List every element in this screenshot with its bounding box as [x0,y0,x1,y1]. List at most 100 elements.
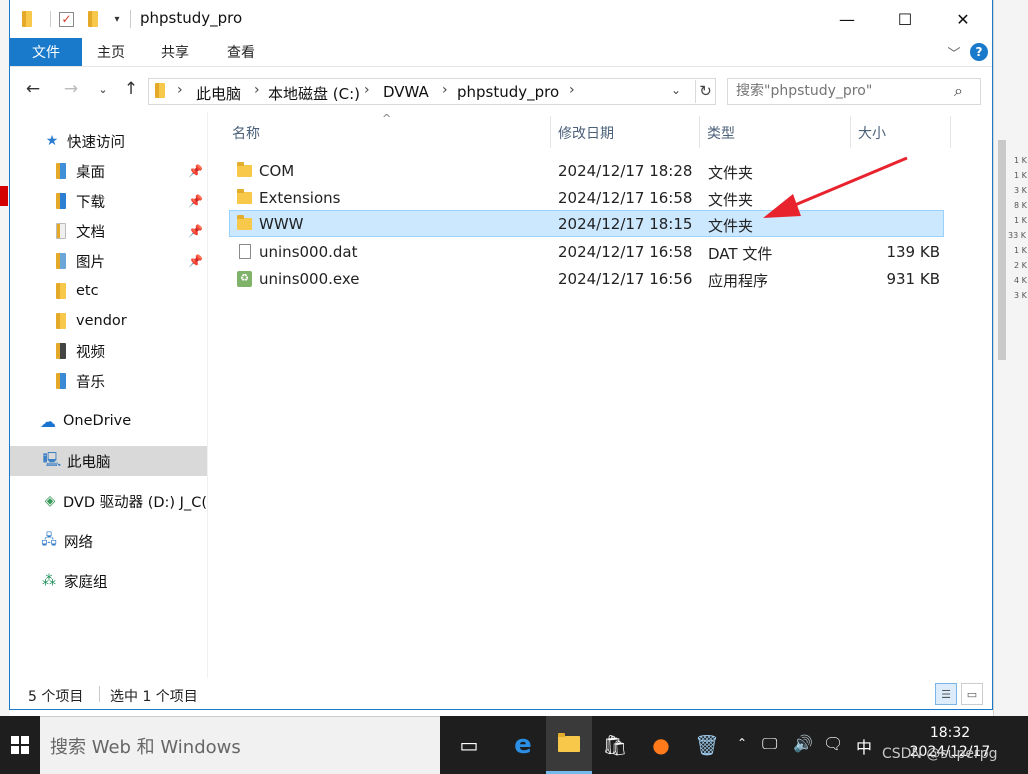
search-box[interactable]: ⌕ [727,78,981,105]
ime-indicator[interactable]: 中 [856,734,872,758]
taskbar-search-text: 搜索 Web 和 Windows [50,737,241,758]
tab-view[interactable]: 查看 [227,38,255,66]
bg-size-label: 1 K [1014,171,1027,180]
new-folder-icon[interactable] [84,10,102,28]
navigation-pane: ★ 快速访问 桌面 📌 下载 📌 文档 📌 图片 📌 etc vendor 视频… [10,112,207,678]
column-divider[interactable] [850,116,851,148]
chevron-up-icon[interactable]: ⌃ [737,736,747,750]
nav-item-network[interactable]: 🖧 网络 [10,526,207,556]
properties-icon[interactable]: ✓ [59,11,74,27]
nav-item-music[interactable]: 音乐 [10,366,207,396]
up-arrow-icon[interactable]: ↑ [120,78,142,100]
column-header-name[interactable]: 名称 [232,120,552,146]
address-dropdown-icon[interactable]: ⌄ [671,83,681,97]
file-row-extensions[interactable]: Extensions 2024/12/17 16:58 文件夹 [229,184,944,211]
details-view-icon[interactable]: ☰ [935,683,957,705]
nav-item-etc[interactable]: etc [10,276,207,306]
star-icon: ★ [45,133,59,149]
file-name: COM [259,162,295,180]
tab-home[interactable]: 主页 [97,38,125,66]
chevron-right-icon[interactable]: › [177,82,183,98]
nav-item-quick-access[interactable]: ★ 快速访问 [10,126,207,156]
column-divider[interactable] [550,116,551,148]
nav-item-this-pc[interactable]: 🖳 此电脑 [10,446,207,476]
start-button[interactable] [0,716,40,774]
nav-item-label: 音乐 [76,374,105,391]
file-type: 文件夹 [708,191,754,209]
nav-item-label: 家庭组 [64,574,108,591]
network-tray-icon[interactable]: 🖵 [762,734,777,754]
breadcrumb-phpstudy[interactable]: phpstudy_pro [457,83,559,101]
nav-item-videos[interactable]: 视频 [10,336,207,366]
address-bar[interactable]: › 此电脑 › 本地磁盘 (C:) › DVWA › phpstudy_pro … [148,78,716,105]
pin-icon[interactable]: 📌 [188,194,203,208]
back-arrow-icon[interactable]: ← [22,78,44,100]
column-header-type[interactable]: 类型 [707,120,847,146]
customize-toolbar-dropdown-icon[interactable]: ▾ [108,10,126,28]
nav-item-onedrive[interactable]: ☁ OneDrive [10,406,207,436]
chevron-right-icon[interactable]: › [569,82,575,98]
taskbar-search-box[interactable]: 搜索 Web 和 Windows [40,716,440,774]
breadcrumb-local-disk[interactable]: 本地磁盘 (C:) [268,83,360,104]
pin-icon[interactable]: 📌 [188,224,203,238]
column-header-modified[interactable]: 修改日期 [558,120,698,146]
nav-item-dvd-drive[interactable]: ◈ DVD 驱动器 (D:) J_C( [10,486,207,516]
column-divider[interactable] [950,116,951,148]
chevron-right-icon[interactable]: › [364,82,370,98]
folder-icon [237,161,252,178]
large-icons-view-icon[interactable]: ▭ [961,683,983,705]
homegroup-icon: ⁂ [42,573,56,589]
tab-file[interactable]: 文件 [10,38,82,66]
file-row-com[interactable]: COM 2024/12/17 18:28 文件夹 [229,157,944,184]
search-icon[interactable]: ⌕ [954,81,963,101]
recycle-bin-icon[interactable]: 🗑 [684,716,730,774]
volume-icon[interactable]: 🔊 [793,734,813,753]
nav-item-documents[interactable]: 文档 📌 [10,216,207,246]
refresh-icon[interactable]: ↻ [695,80,715,103]
close-button[interactable]: ✕ [934,0,992,38]
nav-item-downloads[interactable]: 下载 📌 [10,186,207,216]
nav-item-pictures[interactable]: 图片 📌 [10,246,207,276]
firefox-icon[interactable]: ● [638,716,684,774]
background-red-mark [0,186,8,206]
help-icon[interactable]: ? [970,43,988,61]
chevron-right-icon[interactable]: › [442,82,448,98]
search-input[interactable] [736,83,946,99]
breadcrumb-this-pc[interactable]: 此电脑 [196,83,241,104]
nav-item-homegroup[interactable]: ⁂ 家庭组 [10,566,207,596]
pin-icon[interactable]: 📌 [188,254,203,268]
recent-locations-dropdown-icon[interactable]: ⌄ [92,78,114,100]
task-view-icon[interactable]: ▭ [446,716,492,774]
windows-logo-icon [11,736,29,754]
file-icon [237,244,252,259]
breadcrumb-dvwa[interactable]: DVWA [383,83,429,101]
store-icon[interactable]: 🛍 [592,716,638,774]
nav-item-desktop[interactable]: 桌面 📌 [10,156,207,186]
file-type: 应用程序 [708,272,769,290]
chevron-right-icon[interactable]: › [254,82,260,98]
folder-icon [237,214,252,231]
bg-size-label: 1 K [1014,156,1027,165]
nav-item-vendor[interactable]: vendor [10,306,207,336]
title-bar[interactable]: ✓ ▾ phpstudy_pro — ☐ ✕ [10,0,992,38]
edge-browser-icon[interactable]: e [500,716,546,774]
bg-size-label: 8 K [1014,201,1027,210]
column-divider[interactable] [699,116,700,148]
column-header-size[interactable]: 大小 [858,120,948,146]
chevron-down-icon[interactable]: ﹀ [945,43,963,62]
nav-item-label: 图片 [76,254,105,271]
maximize-button[interactable]: ☐ [876,0,934,38]
pin-icon[interactable]: 📌 [188,164,203,178]
file-row-unins000-exe[interactable]: ♻ unins000.exe 2024/12/17 16:56 应用程序 931… [229,265,944,292]
ribbon-tabs: 文件 主页 共享 查看 ﹀ ? [10,38,992,66]
tab-share[interactable]: 共享 [161,38,189,66]
file-explorer-taskbar-icon[interactable] [546,716,592,774]
nav-item-label: 网络 [64,534,93,551]
notification-icon[interactable]: 🗨 [823,734,843,753]
file-row-unins000-dat[interactable]: unins000.dat 2024/12/17 16:58 DAT 文件 139… [229,238,944,265]
forward-arrow-icon[interactable]: → [60,78,82,100]
bg-size-label: 3 K [1014,291,1027,300]
file-modified: 2024/12/17 16:56 [558,270,693,288]
file-row-www[interactable]: WWW 2024/12/17 18:15 文件夹 [229,210,944,237]
minimize-button[interactable]: — [818,0,876,38]
